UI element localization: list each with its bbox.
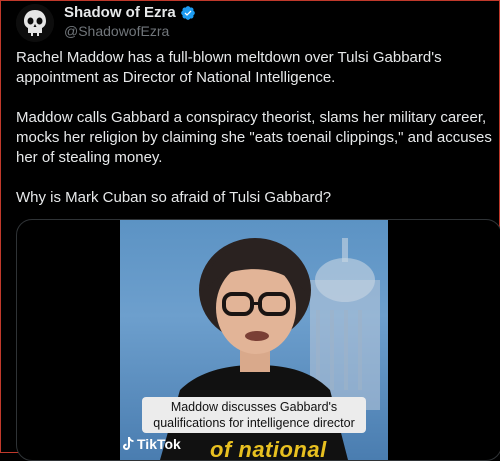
verified-badge-icon <box>180 5 195 20</box>
skull-logo-icon <box>16 4 54 42</box>
video-caption: Maddow discusses Gabbard's qualification… <box>142 397 366 433</box>
video-player[interactable]: Maddow discusses Gabbard's qualification… <box>120 220 388 460</box>
tweet-line: mocks her religion by claiming she "eats… <box>16 129 492 146</box>
caption-line: Maddow discusses Gabbard's <box>170 400 338 414</box>
tiktok-watermark: TikTok <box>122 436 181 452</box>
author-handle[interactable]: @ShadowofEzra <box>64 23 169 39</box>
tweet-line: Maddow calls Gabbard a conspiracy theori… <box>16 109 487 126</box>
tiktok-label: TikTok <box>137 436 181 452</box>
tweet-line: Rachel Maddow has a full-blown meltdown … <box>16 49 442 66</box>
media-card[interactable]: Maddow discusses Gabbard's qualification… <box>16 219 500 461</box>
tweet-line: appointment as Director of National Inte… <box>16 69 336 86</box>
video-overlay-text: of national <box>210 437 327 460</box>
tiktok-logo-icon <box>123 437 134 450</box>
avatar[interactable] <box>16 4 54 42</box>
tweet-text: Rachel Maddow has a full-blown meltdown … <box>16 48 492 208</box>
caption-line: qualifications for intelligence director <box>153 416 355 430</box>
tweet-line: Why is Mark Cuban so afraid of Tulsi Gab… <box>16 189 332 206</box>
author-name-row[interactable]: Shadow of Ezra <box>64 4 196 21</box>
tweet-line: her of stealing money. <box>16 149 163 166</box>
author-display-name[interactable]: Shadow of Ezra <box>64 4 176 21</box>
